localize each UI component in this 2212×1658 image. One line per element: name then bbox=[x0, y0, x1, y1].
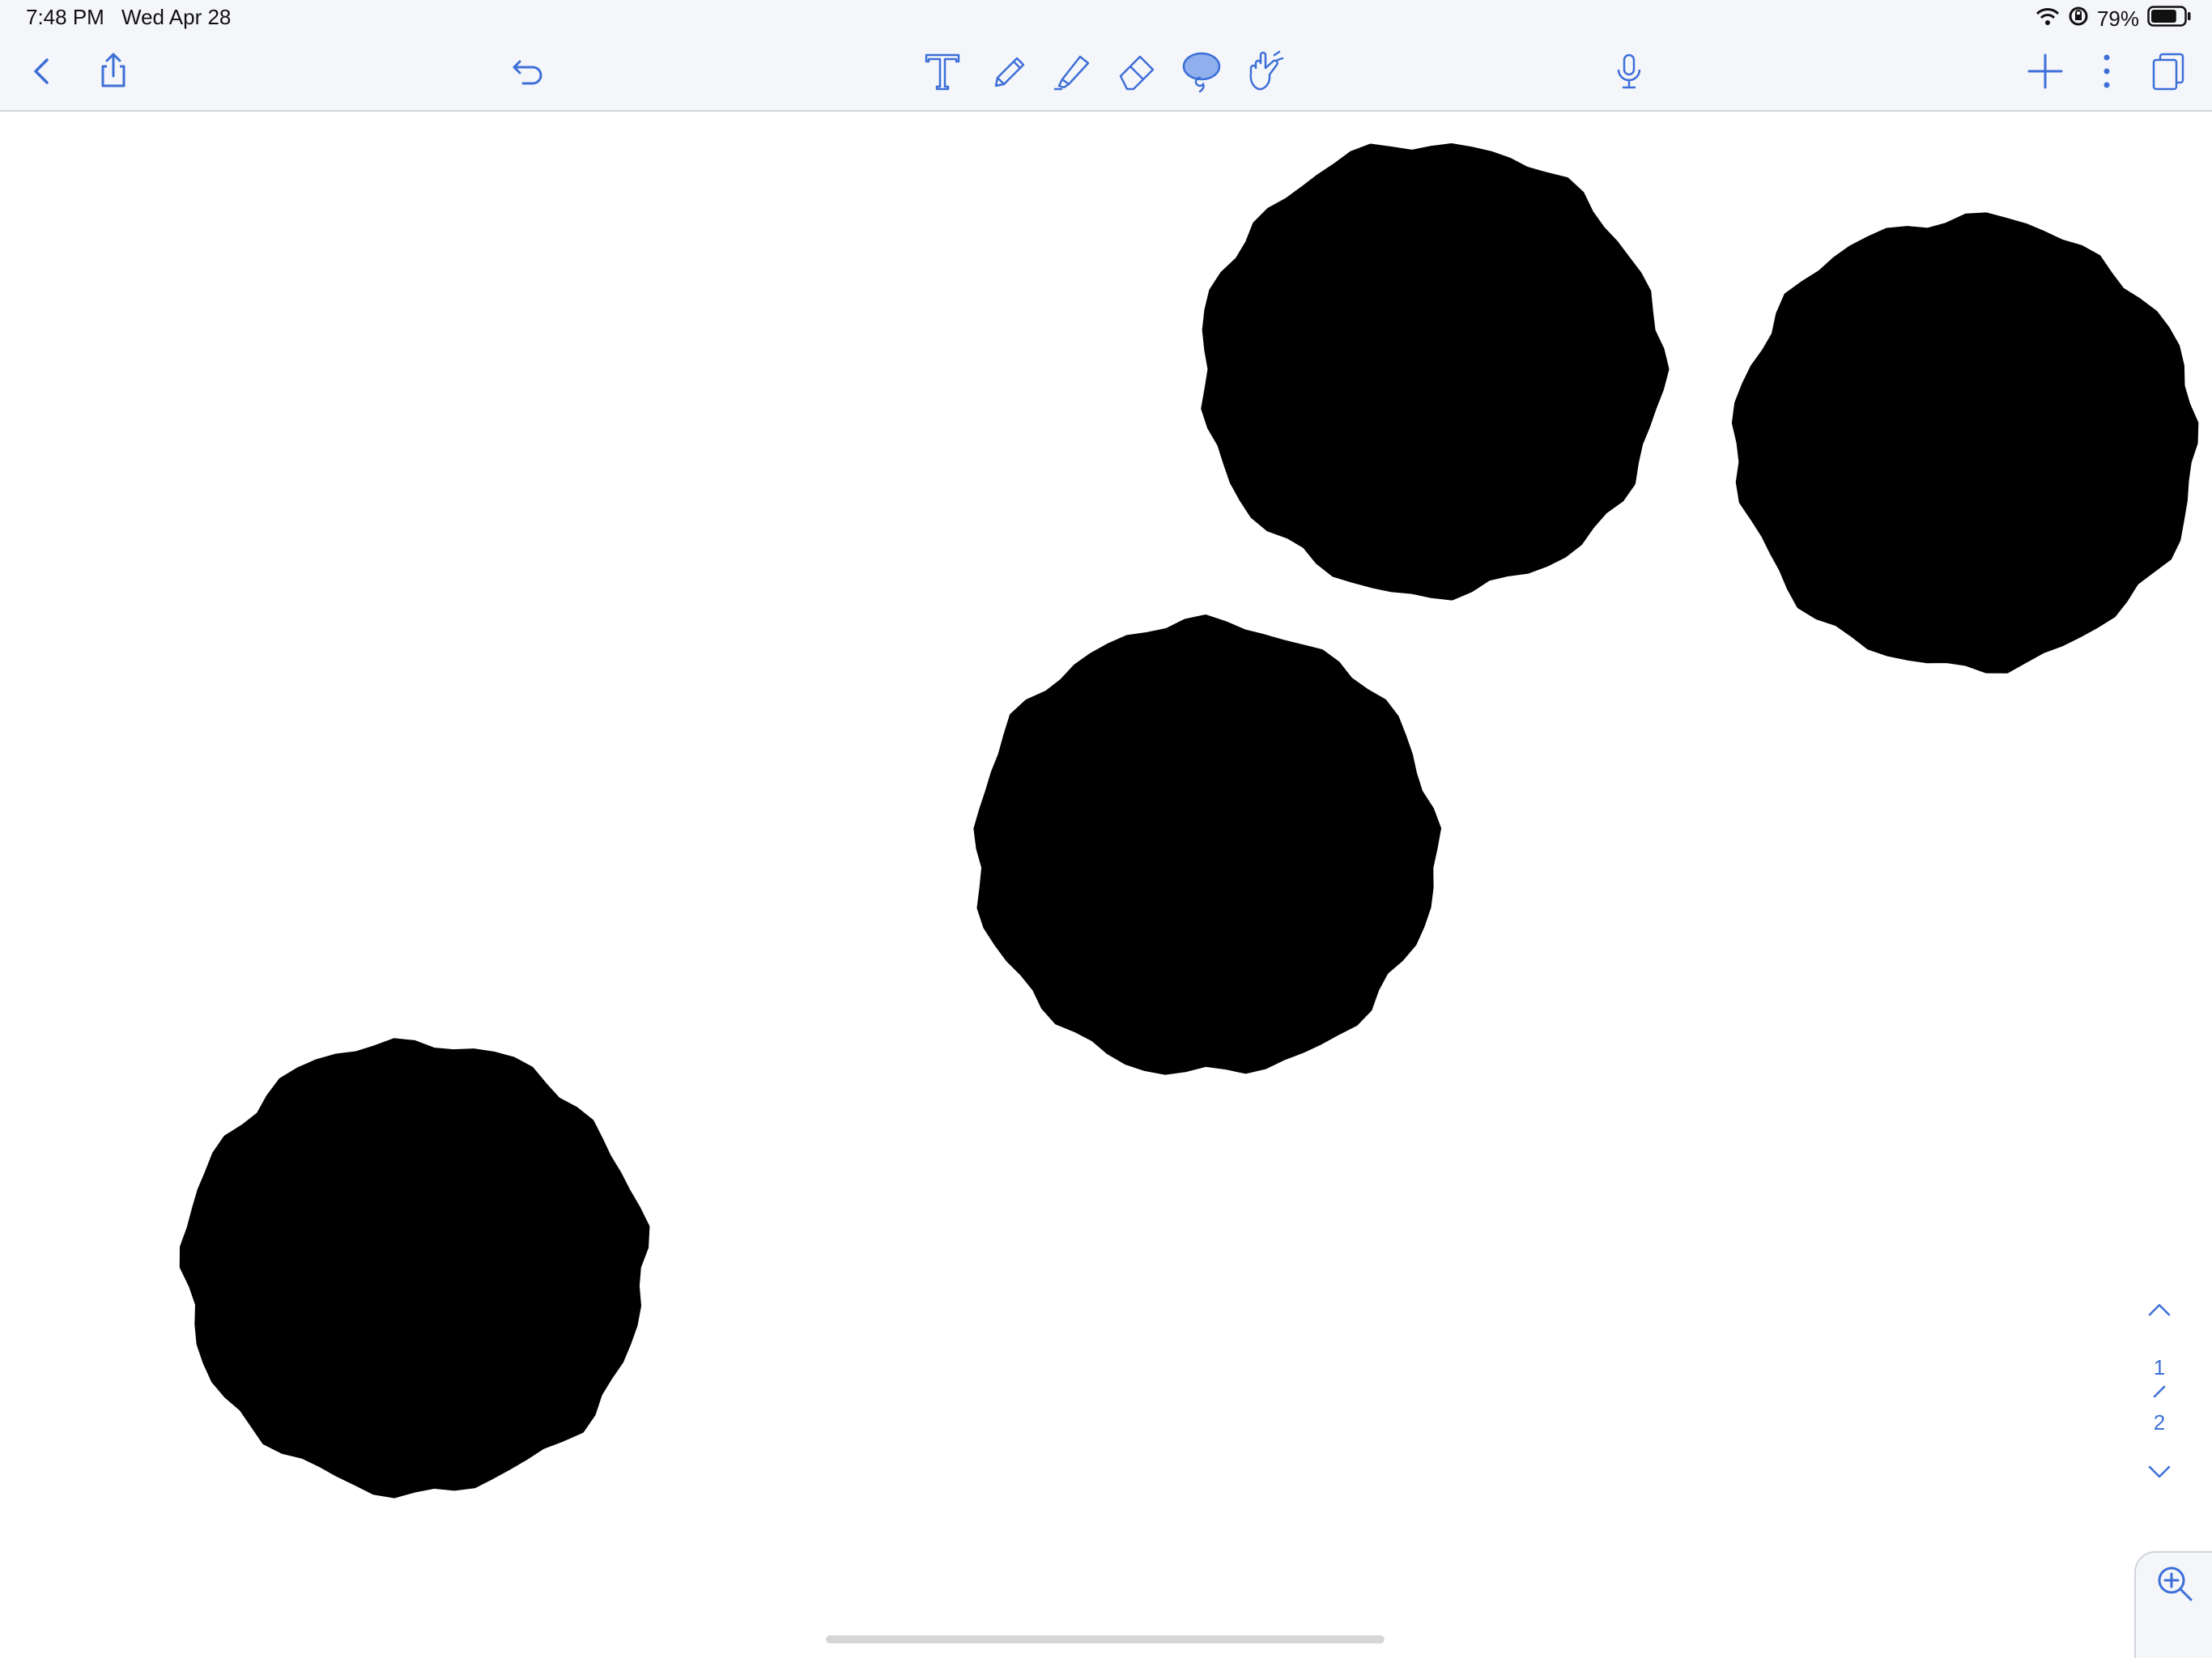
pen-tool-icon bbox=[988, 50, 1030, 96]
page-navigator: 1 2 bbox=[2131, 1295, 2188, 1490]
next-page-button[interactable] bbox=[2137, 1457, 2182, 1490]
microphone-button[interactable] bbox=[1603, 47, 1655, 99]
back-icon bbox=[21, 50, 63, 96]
chevron-down-icon bbox=[2147, 1464, 2172, 1484]
status-time: 7:48 PM bbox=[26, 5, 104, 29]
ink-blob-1[interactable] bbox=[1201, 143, 1670, 601]
lasso-tool-button[interactable] bbox=[1176, 47, 1227, 99]
drawing-canvas[interactable] bbox=[0, 112, 2212, 1658]
page-total: 2 bbox=[2153, 1410, 2166, 1435]
pages-button[interactable] bbox=[2142, 47, 2194, 99]
status-date: Wed Apr 28 bbox=[121, 5, 232, 29]
add-button[interactable] bbox=[2019, 47, 2071, 99]
home-indicator bbox=[826, 1635, 1385, 1643]
hand-tool-button[interactable] bbox=[1239, 47, 1291, 99]
battery-icon bbox=[2147, 5, 2191, 32]
more-button[interactable] bbox=[2081, 47, 2133, 99]
highlighter-tool-button[interactable] bbox=[1046, 47, 1098, 99]
lasso-tool-icon bbox=[1180, 50, 1223, 96]
zoom-button[interactable] bbox=[2152, 1562, 2197, 1608]
microphone-icon bbox=[1608, 50, 1650, 96]
share-icon bbox=[92, 50, 134, 96]
zoom-in-icon bbox=[2155, 1564, 2194, 1607]
text-tool-icon bbox=[921, 50, 963, 96]
undo-button[interactable] bbox=[502, 47, 554, 99]
chevron-up-icon bbox=[2147, 1302, 2172, 1322]
ink-blob-3[interactable] bbox=[973, 614, 1441, 1075]
previous-page-button[interactable] bbox=[2137, 1295, 2182, 1328]
ink-blob-2[interactable] bbox=[1731, 212, 2199, 674]
ink-blob-4[interactable] bbox=[179, 1038, 650, 1499]
zoom-panel bbox=[2134, 1551, 2212, 1658]
battery-percent: 79% bbox=[2096, 6, 2139, 31]
pages-icon bbox=[2147, 50, 2189, 96]
notes-app: 7:48 PM Wed Apr 28 79% 1 2 bbox=[0, 0, 2212, 1658]
text-tool-button[interactable] bbox=[917, 47, 968, 99]
top-toolbar: 7:48 PM Wed Apr 28 79% bbox=[0, 0, 2212, 112]
more-icon bbox=[2086, 50, 2128, 96]
back-button[interactable] bbox=[16, 47, 68, 99]
status-indicators: 79% bbox=[2035, 5, 2191, 32]
eraser-tool-icon bbox=[1116, 50, 1158, 96]
pen-tool-button[interactable] bbox=[983, 47, 1035, 99]
hand-pointer-tool-icon bbox=[1244, 50, 1286, 96]
page-current: 1 bbox=[2153, 1355, 2166, 1380]
add-page-icon bbox=[2024, 50, 2066, 96]
orientation-lock-icon bbox=[2068, 6, 2089, 32]
share-button[interactable] bbox=[87, 47, 139, 99]
highlighter-tool-icon bbox=[1051, 50, 1093, 96]
ink-layer bbox=[179, 143, 2199, 1499]
page-separator-icon bbox=[2152, 1384, 2167, 1403]
wifi-icon bbox=[2035, 6, 2060, 32]
eraser-tool-button[interactable] bbox=[1111, 47, 1163, 99]
undo-icon bbox=[507, 50, 549, 96]
